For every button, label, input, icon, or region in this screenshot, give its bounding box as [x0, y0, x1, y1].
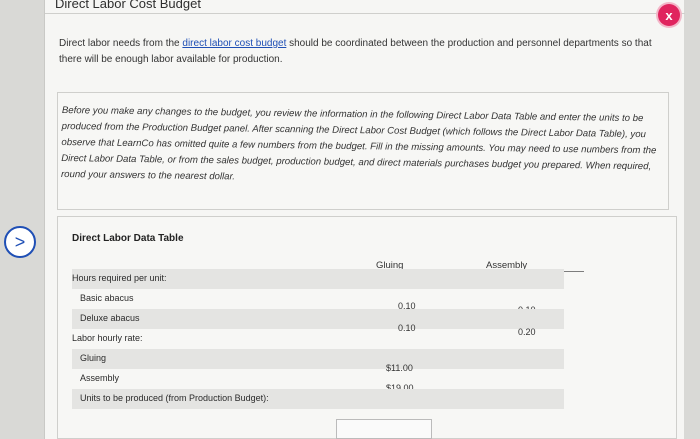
close-icon: x — [665, 7, 673, 23]
row-label: Deluxe abacus — [80, 313, 140, 323]
direct-labor-cost-budget-link[interactable]: direct labor cost budget — [182, 38, 286, 49]
table-row: Assembly $19.00 — [72, 369, 564, 393]
table-row: Labor hourly rate: — [72, 329, 564, 349]
close-button[interactable]: x — [658, 4, 680, 26]
row-label: Labor hourly rate: — [72, 333, 143, 343]
intro-paragraph: Direct labor needs from the direct labor… — [59, 36, 659, 68]
row-label: Assembly — [80, 373, 120, 383]
chevron-right-icon: > — [14, 231, 26, 252]
table-row: Gluing $11.00 — [72, 349, 564, 373]
row-label: Units to be produced (from Production Bu… — [80, 393, 269, 403]
row-label: Basic abacus — [80, 293, 134, 303]
instructions-text: Before you make any changes to the budge… — [60, 104, 657, 183]
intro-text-start: Direct labor needs from the — [59, 38, 183, 49]
expand-panel-button[interactable]: > — [4, 226, 36, 258]
table-row: Basic abacus 0.10 0.10 — [72, 289, 564, 315]
units-to-produce-gluing-input[interactable] — [336, 419, 432, 439]
instructions-box: Before you make any changes to the budge… — [57, 92, 669, 210]
table-row: Units to be produced (from Production Bu… — [72, 389, 564, 409]
table-row: Hours required per unit: — [72, 269, 564, 289]
dialog-window: Direct Labor Cost Budget x Direct labor … — [44, 0, 685, 439]
window-title: Direct Labor Cost Budget — [55, 0, 201, 11]
title-bar: Direct Labor Cost Budget — [45, 0, 685, 14]
table-row: Deluxe abacus 0.10 0.20 — [72, 309, 564, 337]
row-label: Gluing — [80, 353, 107, 363]
direct-labor-data-table-section: Direct Labor Data Table Gluing Assembly … — [57, 216, 677, 439]
table-title: Direct Labor Data Table — [72, 233, 184, 244]
row-label: Hours required per unit: — [72, 273, 167, 283]
